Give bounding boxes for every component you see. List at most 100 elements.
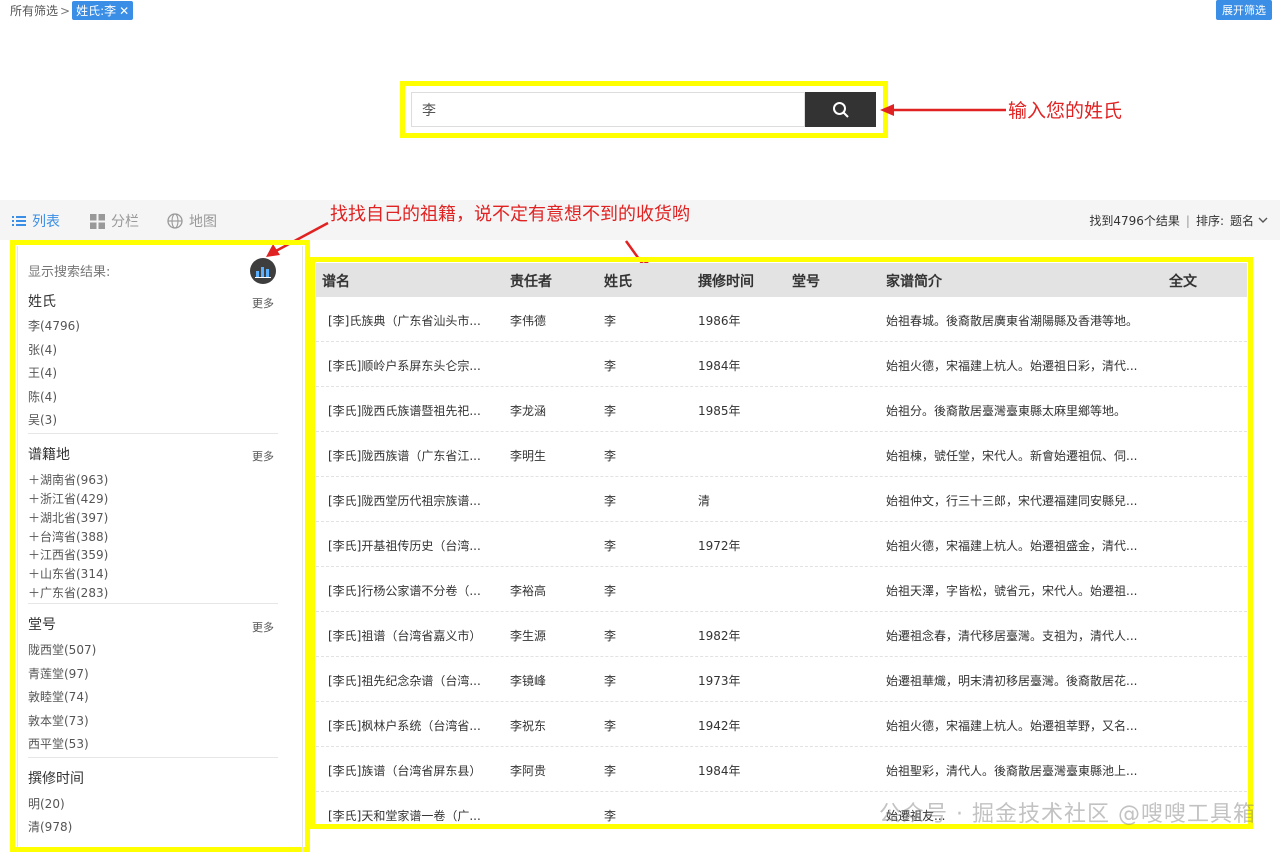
tab-list-label: 列表 xyxy=(32,214,60,230)
facet-item[interactable]: 明(20) xyxy=(28,795,65,812)
search-input[interactable] xyxy=(411,92,805,127)
facet-item[interactable]: ＋湖南省(963) xyxy=(28,471,108,488)
table-row[interactable]: [李]氏族典（广东省汕头市... 李伟德 李 1986年 始祖春城。後裔散居廣東省潮陽縣… xyxy=(316,297,1247,342)
table-row[interactable]: [李氏]祖谱（台湾省嘉义市） 李生源 李 1982年 始遷祖念春，清代移居臺灣。支祖为，… xyxy=(316,612,1247,657)
facet-item[interactable]: ＋广东省(283) xyxy=(28,584,108,601)
cell-title[interactable]: [李氏]陇西氏族谱暨祖先祀... xyxy=(328,402,481,419)
cell-surname: 李 xyxy=(604,719,617,733)
cell-title[interactable]: [李氏]开基祖传历史（台湾... xyxy=(328,537,481,554)
facet-item[interactable]: 清(978) xyxy=(28,818,72,835)
facet-item[interactable]: 青莲堂(97) xyxy=(28,665,89,682)
facet-item[interactable]: ＋台湾省(388) xyxy=(28,528,108,545)
table-row[interactable]: [李氏]枫林户系统（台湾省... 李祝东 李 1942年 始祖火德，宋福建上杭人。始遷祖… xyxy=(316,702,1247,747)
facet-item[interactable]: 李(4796) xyxy=(28,317,80,334)
column-header[interactable]: 撰修时间 xyxy=(698,271,754,291)
sort-label: 排序: xyxy=(1195,214,1224,228)
tab-map[interactable]: 地图 xyxy=(167,211,217,231)
cell-surname: 李 xyxy=(604,629,617,643)
search-icon xyxy=(832,101,849,118)
cell-summary: 始遷祖華熾，明末清初移居臺灣。後裔散居花... xyxy=(886,674,1138,688)
cell-author: 李阿贵 xyxy=(510,764,547,778)
column-header[interactable]: 谱名 xyxy=(322,271,350,291)
facet-item[interactable]: 敦睦堂(74) xyxy=(28,688,89,705)
table-row[interactable]: [李氏]陇西族谱（广东省江... 李明生 李 始祖棟，號任堂，宋代人。新會始遷祖侃、伺… xyxy=(316,432,1247,477)
table-row[interactable]: [李氏]顺岭户系屏东头仑宗... 李 1984年 始祖火德，宋福建上杭人。始遷祖日彩，… xyxy=(316,342,1247,387)
filter-chip[interactable]: 姓氏:李 ✕ xyxy=(72,1,134,20)
tab-columns-label: 分栏 xyxy=(111,214,139,230)
facet-item[interactable]: ＋江西省(359) xyxy=(28,546,108,563)
expand-filter-button[interactable]: 展开筛选 xyxy=(1216,0,1272,20)
table-row[interactable]: [李氏]陇西堂历代祖宗族谱... 李 清 始祖仲文，行三十三郎，宋代遷福建同安縣兒..… xyxy=(316,477,1247,522)
facet-divider xyxy=(28,757,278,758)
cell-author: 李生源 xyxy=(510,629,547,643)
cell-author: 李裕高 xyxy=(510,584,547,598)
cell-title[interactable]: [李氏]陇西族谱（广东省江... xyxy=(328,447,481,464)
cell-summary: 始祖仲文，行三十三郎，宋代遷福建同安縣兒... xyxy=(886,494,1138,508)
cell-surname: 李 xyxy=(604,449,617,463)
tab-columns[interactable]: 分栏 xyxy=(90,211,139,231)
search-button[interactable] xyxy=(805,92,876,127)
column-header[interactable]: 责任者 xyxy=(510,271,552,291)
cell-title[interactable]: [李氏]顺岭户系屏东头仑宗... xyxy=(328,357,481,374)
cell-title[interactable]: [李氏]陇西堂历代祖宗族谱... xyxy=(328,492,481,509)
cell-title[interactable]: [李氏]祖先纪念杂谱（台湾... xyxy=(328,672,481,689)
cell-period: 1984年 xyxy=(698,764,741,778)
column-header[interactable]: 家谱简介 xyxy=(886,271,942,291)
watermark: 公众号 · 掘金技术社区 @嗖嗖工具箱 xyxy=(879,802,1256,827)
cell-title[interactable]: [李氏]行杨公家谱不分卷（... xyxy=(328,582,481,599)
tab-list[interactable]: 列表 xyxy=(12,211,60,231)
bar-chart-icon[interactable] xyxy=(250,258,276,284)
facet-sidebar: 显示搜索结果: 姓氏 更多 李(4796) 张(4) 王(4) 陈(4) 吴(3… xyxy=(17,246,303,852)
cell-surname: 李 xyxy=(604,584,617,598)
facet-item[interactable]: 陇西堂(507) xyxy=(28,641,96,658)
cell-title[interactable]: [李氏]天和堂家谱一卷（广... xyxy=(328,807,481,823)
annotation-sidebar-note: 找找自己的祖籍，说不定有意想不到的收货哟 xyxy=(330,204,690,225)
cell-author: 李伟德 xyxy=(510,314,547,328)
facet-item[interactable]: 陈(4) xyxy=(28,388,57,405)
cell-surname: 李 xyxy=(604,539,617,553)
facet-item[interactable]: 敦本堂(73) xyxy=(28,712,89,729)
sort-select[interactable]: 题名 xyxy=(1230,212,1254,229)
cell-summary: 始祖棟，號任堂，宋代人。新會始遷祖侃、伺... xyxy=(886,449,1138,463)
cell-period: 1942年 xyxy=(698,719,741,733)
facet-item[interactable]: 王(4) xyxy=(28,364,57,381)
facet-more-hall[interactable]: 更多 xyxy=(252,619,274,635)
cell-surname: 李 xyxy=(604,764,617,778)
cell-title[interactable]: [李氏]祖谱（台湾省嘉义市） xyxy=(328,627,481,644)
cell-period: 1972年 xyxy=(698,539,741,553)
table-row[interactable]: [李氏]行杨公家谱不分卷（... 李裕高 李 始祖天澤，字皆松，號省元，宋代人。始遷祖… xyxy=(316,567,1247,612)
facet-title-surname: 姓氏 xyxy=(28,294,56,310)
cell-title[interactable]: [李氏]枫林户系统（台湾省... xyxy=(328,717,481,734)
cell-summary: 始祖天澤，字皆松，號省元，宋代人。始遷祖... xyxy=(886,584,1138,598)
close-icon[interactable]: ✕ xyxy=(119,4,129,18)
facet-item[interactable]: ＋浙江省(429) xyxy=(28,490,108,507)
facet-item[interactable]: ＋山东省(314) xyxy=(28,565,108,582)
chevron-down-icon[interactable] xyxy=(1258,217,1268,224)
table-row[interactable]: [李氏]祖先纪念杂谱（台湾... 李镜峰 李 1973年 始遷祖華熾，明末清初移居臺灣。… xyxy=(316,657,1247,702)
facet-item[interactable]: 张(4) xyxy=(28,341,57,358)
column-header[interactable]: 全文 xyxy=(1169,271,1197,291)
facet-more-surname[interactable]: 更多 xyxy=(252,295,274,311)
annotation-search-note: 输入您的姓氏 xyxy=(1008,100,1123,122)
result-separator: | xyxy=(1185,213,1190,228)
breadcrumb-root[interactable]: 所有筛选 xyxy=(10,2,58,19)
table-row[interactable]: [李氏]族谱（台湾省屏东县） 李阿贵 李 1984年 始祖聖彩，清代人。後裔散居臺灣臺東… xyxy=(316,747,1247,792)
cell-period: 1985年 xyxy=(698,404,741,418)
cell-title[interactable]: [李氏]族谱（台湾省屏东县） xyxy=(328,762,481,779)
table-row[interactable]: [李氏]开基祖传历史（台湾... 李 1972年 始祖火德，宋福建上杭人。始遷祖盛金，… xyxy=(316,522,1247,567)
cell-period: 1982年 xyxy=(698,629,741,643)
cell-title[interactable]: [李]氏族典（广东省汕头市... xyxy=(328,312,481,329)
table-row[interactable]: [李氏]陇西氏族谱暨祖先祀... 李龙涵 李 1985年 始祖分。後裔散居臺灣臺東縣太麻… xyxy=(316,387,1247,432)
facet-item[interactable]: 吴(3) xyxy=(28,411,57,428)
facet-item[interactable]: 西平堂(53) xyxy=(28,735,89,752)
result-count: 找到4796个结果 xyxy=(1089,214,1180,228)
column-header[interactable]: 姓氏 xyxy=(604,271,632,291)
column-header[interactable]: 堂号 xyxy=(792,271,820,291)
facet-item[interactable]: ＋湖北省(397) xyxy=(28,509,108,526)
cell-summary: 始祖春城。後裔散居廣東省潮陽縣及香港等地。 xyxy=(886,314,1139,328)
filter-chip-label: 姓氏:李 xyxy=(76,4,117,18)
list-icon xyxy=(12,215,26,227)
facet-more-origin[interactable]: 更多 xyxy=(252,448,274,464)
facet-divider xyxy=(28,603,278,604)
cell-author: 李镜峰 xyxy=(510,674,547,688)
